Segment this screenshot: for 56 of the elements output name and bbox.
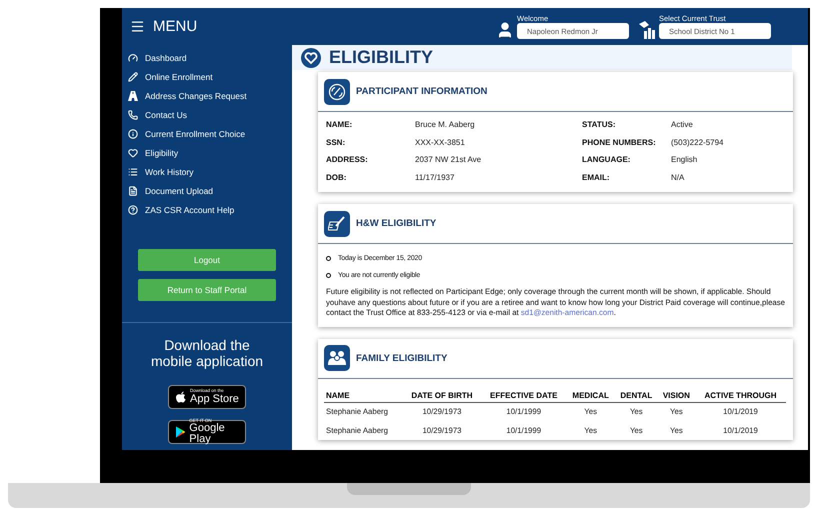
menu-item[interactable]: Contact Us [128,106,292,124]
field-label: STATUS: [582,119,616,131]
heart-icon [128,148,138,158]
field-value: Bruce M. Aaberg [415,119,476,131]
menu-item[interactable]: Work History [128,163,292,181]
menu-item[interactable]: ZAS CSR Account Help [128,201,292,219]
field-value: 11/17/1937 [415,172,456,184]
user-icon [496,21,514,39]
bullet-icon [326,256,331,261]
gauge-icon [128,53,138,63]
phone-icon [128,110,138,120]
people-icon [324,345,350,371]
field-value: XXX-XX-3851 [415,136,466,148]
column-header: EFFECTIVE DATE [480,384,566,402]
column-header: DATE OF BIRTH [402,384,481,402]
card-title: PARTICIPANT INFORMATION [356,86,488,97]
download-heading: Download the mobile application [150,336,264,369]
bullet-icon [326,273,331,278]
field-value: English [671,154,698,166]
field-label: DOB: [326,172,348,184]
card-title: FAMILY ELIGIBILITY [356,352,448,364]
card-title: H&W ELIGIBILITY [356,218,436,229]
list-icon [128,167,138,177]
menu-item[interactable]: Address Changes Request [128,87,292,105]
page-title: ELIGIBILITY [329,47,434,68]
field-value: N/A [671,172,686,184]
field-label: NAME: [326,119,354,131]
field-label: SSN: [326,136,346,148]
building-chart-icon [638,21,656,39]
field-label: LANGUAGE: [582,154,632,166]
menu-title[interactable]: MENU [122,8,292,45]
column-header: MEDICAL [566,384,615,402]
column-header: ACTIVE THROUGH [695,384,786,402]
field-value: Active [671,119,694,131]
menu-item[interactable]: Dashboard [128,49,292,67]
column-header: DENTAL [614,384,658,402]
field-label: PHONE NUMBERS: [582,136,657,148]
menu-item[interactable]: Current Enrollment Choice [128,125,292,143]
form-pen-icon [324,210,350,236]
menu-item[interactable]: Online Enrollment [128,68,292,86]
info-icon [128,129,138,139]
apple-icon [176,391,186,403]
field-value: 2037 NW 21st Ave [415,154,482,166]
play-triangle-icon [176,426,186,438]
field-value: (503)222-5794 [671,136,724,149]
menu-icon [130,19,145,34]
menu-item[interactable]: Eligibility [128,144,292,162]
column-header: NAME [324,384,403,402]
road-icon [128,91,138,101]
pencil-icon [128,72,138,82]
field-label: EMAIL: [582,172,611,184]
field-label: ADDRESS: [326,154,369,166]
menu-item[interactable]: Document Upload [128,182,292,200]
column-header: VISION [658,384,695,402]
help-icon [128,205,138,215]
file-icon [128,186,138,196]
